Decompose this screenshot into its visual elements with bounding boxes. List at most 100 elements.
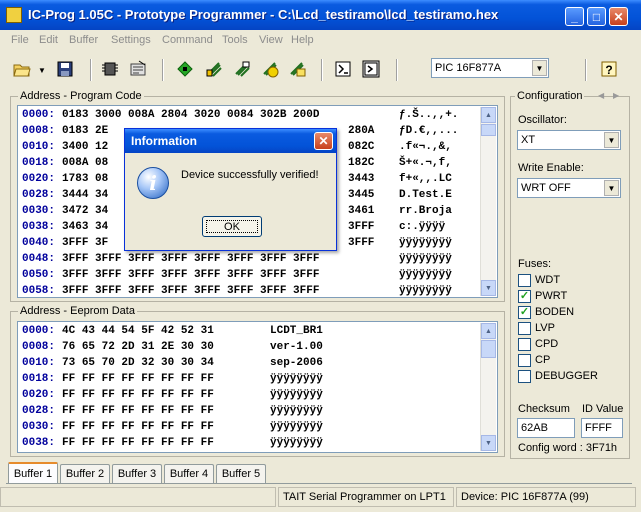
menu-settings[interactable]: Settings [111, 34, 151, 46]
scroll-up-icon[interactable]: ▲ [481, 323, 496, 339]
menu-file[interactable]: File [11, 34, 29, 46]
fuse-checkbox-debugger[interactable] [518, 370, 531, 383]
eeprom-row[interactable]: 0000: 4C 43 44 54 5F 42 52 31 [22, 325, 214, 337]
row-hex: 3FFF 3FFF 3FFF 3FFF 3FFF 3FFF 3FFF 3FFF [62, 285, 320, 297]
dialog-title-bar[interactable]: Information ✕ [125, 129, 336, 153]
checksum-field: 62AB [517, 418, 575, 438]
program-scrollbar[interactable]: ▲ ▼ [480, 107, 496, 296]
blank-check-icon[interactable] [288, 60, 306, 78]
toolbar-separator [90, 59, 92, 81]
fuse-checkbox-lvp[interactable] [518, 322, 531, 335]
row-hex: FF FF FF FF FF FF FF FF [62, 421, 214, 433]
program-row[interactable]: 0048: 3FFF 3FFF 3FFF 3FFF 3FFF 3FFF 3FFF … [22, 253, 319, 265]
menu-view[interactable]: View [259, 34, 283, 46]
device-select[interactable]: PIC 16F877A ▼ [431, 58, 549, 78]
fuse-checkbox-cpd[interactable] [518, 338, 531, 351]
row-address: 0018: [22, 157, 56, 169]
row-hex-tail: 182C [348, 157, 375, 169]
row-hex-tail: 3445 [348, 189, 375, 201]
eeprom-row[interactable]: 0018: FF FF FF FF FF FF FF FF [22, 373, 214, 385]
tab-buffer-1[interactable]: Buffer 1 [8, 462, 58, 483]
eeprom-listbox[interactable]: 0000: 4C 43 44 54 5F 42 52 31 LCDT_BR1 0008… [17, 321, 498, 453]
chip-icon[interactable] [101, 60, 119, 78]
id-value-field[interactable]: FFFF [581, 418, 623, 438]
row-ascii: ÿÿÿÿÿÿÿÿ [399, 269, 452, 281]
dialog-message: Device successfully verified! [181, 169, 319, 181]
window-title: IC-Prog 1.05C - Prototype Programmer - C… [28, 7, 499, 22]
eeprom-row[interactable]: 0030: FF FF FF FF FF FF FF FF [22, 421, 214, 433]
view-asm-icon[interactable] [362, 60, 380, 78]
config-icon[interactable] [129, 60, 147, 78]
row-address: 0000: [22, 109, 56, 121]
eeprom-row[interactable]: 0010: 73 65 70 2D 32 30 30 34 [22, 357, 214, 369]
verify-device-icon[interactable] [261, 60, 279, 78]
oscillator-select[interactable]: XT ▼ [517, 130, 621, 150]
open-file-icon[interactable] [13, 60, 31, 78]
row-ascii: ÿÿÿÿÿÿÿÿ [270, 405, 323, 417]
row-address: 0030: [22, 205, 56, 217]
ok-button[interactable]: OK [202, 216, 262, 237]
scroll-down-icon[interactable]: ▼ [481, 280, 496, 296]
minimize-button[interactable]: _ [565, 7, 584, 26]
row-address: 0038: [22, 437, 56, 449]
row-address: 0038: [22, 221, 56, 233]
scroll-thumb[interactable] [481, 340, 496, 358]
fuse-checkbox-wdt[interactable] [518, 274, 531, 287]
fuse-checkbox-pwrt[interactable]: ✓ [518, 290, 531, 303]
id-value-label: ID Value [582, 403, 624, 415]
title-bar[interactable]: IC-Prog 1.05C - Prototype Programmer - C… [0, 0, 641, 30]
maximize-button[interactable]: □ [587, 7, 606, 26]
close-button[interactable]: ✕ [609, 7, 628, 26]
eeprom-scrollbar[interactable]: ▲ ▼ [480, 323, 496, 451]
scroll-thumb[interactable] [481, 124, 496, 136]
eeprom-row[interactable]: 0020: FF FF FF FF FF FF FF FF [22, 389, 214, 401]
chevron-down-icon[interactable]: ▼ [38, 66, 46, 75]
menu-tools[interactable]: Tools [222, 34, 248, 46]
menu-edit[interactable]: Edit [39, 34, 58, 46]
eeprom-row[interactable]: 0008: 76 65 72 2D 31 2E 30 30 [22, 341, 214, 353]
row-ascii: ÿÿÿÿÿÿÿÿ [270, 373, 323, 385]
close-icon[interactable]: ✕ [314, 132, 333, 150]
tab-buffer-2[interactable]: Buffer 2 [60, 464, 110, 483]
fuse-label: WDT [535, 274, 561, 286]
menu-help[interactable]: Help [291, 34, 314, 46]
tab-buffer-3[interactable]: Buffer 3 [112, 464, 162, 483]
eeprom-row[interactable]: 0038: FF FF FF FF FF FF FF FF [22, 437, 214, 449]
program-device-icon[interactable] [205, 60, 223, 78]
menu-buffer[interactable]: Buffer [69, 34, 98, 46]
tab-buffer-5[interactable]: Buffer 5 [216, 464, 266, 483]
row-ascii: sep-2006 [270, 357, 323, 369]
row-hex-tail: 3461 [348, 205, 375, 217]
chevron-left-icon[interactable]: ◀ [598, 91, 604, 100]
menu-command[interactable]: Command [162, 34, 213, 46]
fuse-checkbox-cp[interactable] [518, 354, 531, 367]
program-row[interactable]: 0000: 0183 3000 008A 2804 3020 0084 302B … [22, 109, 319, 121]
save-icon[interactable] [56, 60, 74, 78]
scroll-down-icon[interactable]: ▼ [481, 435, 496, 451]
chevron-right-icon[interactable]: ▶ [613, 91, 619, 100]
tab-buffer-4[interactable]: Buffer 4 [164, 464, 214, 483]
row-ascii: ÿÿÿÿÿÿÿÿ [270, 421, 323, 433]
row-address: 0048: [22, 253, 56, 265]
fuse-label: CP [535, 354, 551, 366]
write-enable-select[interactable]: WRT OFF ▼ [517, 178, 621, 198]
row-address: 0008: [22, 125, 56, 137]
read-device-icon[interactable] [176, 60, 194, 78]
chevron-down-icon[interactable]: ▼ [604, 132, 619, 148]
fuse-checkbox-boden[interactable]: ✓ [518, 306, 531, 319]
eeprom-row[interactable]: 0028: FF FF FF FF FF FF FF FF [22, 405, 214, 417]
program-row[interactable]: 0058: 3FFF 3FFF 3FFF 3FFF 3FFF 3FFF 3FFF … [22, 285, 319, 297]
view-hex-icon[interactable] [334, 60, 352, 78]
program-row[interactable]: 0050: 3FFF 3FFF 3FFF 3FFF 3FFF 3FFF 3FFF … [22, 269, 319, 281]
help-icon[interactable]: ? [600, 60, 618, 78]
status-programmer: TAIT Serial Programmer on LPT1 [278, 487, 454, 507]
checksum-label: Checksum [518, 403, 570, 415]
row-ascii: .f«¬.,&, [399, 141, 452, 153]
oscillator-value: XT [521, 134, 536, 146]
chevron-down-icon[interactable]: ▼ [604, 180, 619, 196]
scroll-up-icon[interactable]: ▲ [481, 107, 496, 123]
chevron-down-icon[interactable]: ▼ [532, 60, 547, 76]
erase-device-icon[interactable] [233, 60, 251, 78]
toolbar-separator [162, 59, 164, 81]
program-code-label: Address - Program Code [18, 90, 144, 102]
